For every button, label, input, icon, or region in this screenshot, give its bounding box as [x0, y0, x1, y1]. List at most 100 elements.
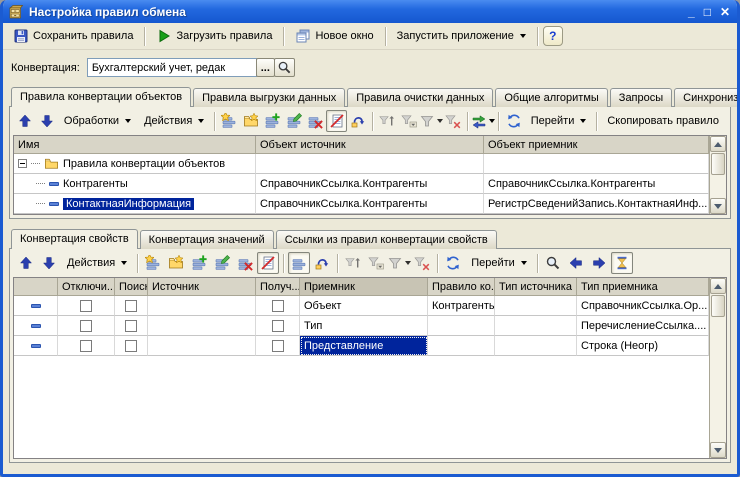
checkbox[interactable] [272, 320, 284, 332]
move-up-button[interactable] [15, 110, 35, 132]
checkbox[interactable] [125, 320, 137, 332]
tab-queries[interactable]: Запросы [610, 88, 672, 107]
tab-data-clearing-rules[interactable]: Правила очистки данных [347, 88, 493, 107]
sort-button[interactable] [342, 252, 364, 274]
run-application-button[interactable]: Запустить приложение [391, 27, 532, 45]
receiver-cell[interactable]: Тип [300, 316, 428, 336]
column-header-target-object[interactable]: Объект приемник [484, 136, 709, 154]
add-group-button[interactable] [241, 110, 261, 132]
checkbox[interactable] [125, 340, 137, 352]
scroll-down-button[interactable] [710, 198, 726, 214]
checkbox[interactable] [272, 340, 284, 352]
scrollbar-track[interactable] [710, 176, 726, 198]
row-marker-cell[interactable] [14, 296, 58, 316]
column-header-get[interactable]: Получ... [256, 278, 300, 296]
move-to-group-button[interactable] [348, 110, 368, 132]
scrollbar-track[interactable] [710, 318, 726, 442]
tree-row-source-cell[interactable]: СправочникСсылка.Контрагенты [256, 194, 484, 214]
clear-filter-button[interactable] [411, 252, 433, 274]
edit-button[interactable] [284, 110, 304, 132]
tree-row-name-cell-selected[interactable]: КонтактнаяИнформация [14, 194, 256, 214]
go-menu-button[interactable]: Перейти [525, 112, 593, 130]
source-type-cell[interactable] [495, 296, 577, 316]
filter-by-value-button[interactable] [420, 110, 442, 132]
save-rules-button[interactable]: Сохранить правила [7, 25, 139, 47]
search-cell[interactable] [115, 316, 148, 336]
column-header-row-marker[interactable] [14, 278, 58, 296]
scrollbar-thumb[interactable] [711, 295, 725, 317]
go-menu-button[interactable]: Перейти [465, 254, 533, 272]
scrollbar-thumb[interactable] [711, 153, 725, 175]
source-type-cell[interactable] [495, 336, 577, 356]
tree-row-target-cell[interactable]: СправочникСсылка.Контрагенты [484, 174, 709, 194]
checkbox[interactable] [80, 320, 92, 332]
receiver-cell-selected[interactable]: Представление [300, 336, 428, 356]
column-header-source[interactable]: Источник [148, 278, 256, 296]
row-marker-cell[interactable] [14, 336, 58, 356]
tab-property-rule-links[interactable]: Ссылки из правил конвертации свойств [276, 230, 497, 249]
get-cell[interactable] [256, 296, 300, 316]
expander-minus-icon[interactable] [18, 159, 27, 168]
scroll-down-button[interactable] [710, 442, 726, 458]
filter-by-value-button[interactable] [388, 252, 410, 274]
column-header-search[interactable]: Поиск [115, 278, 148, 296]
minimize-button[interactable]: _ [688, 6, 695, 18]
conversion-rule-cell[interactable] [428, 336, 495, 356]
add-child-button[interactable] [262, 110, 282, 132]
clear-filter-button[interactable] [443, 110, 463, 132]
properties-vertical-scrollbar[interactable] [709, 278, 726, 458]
conversion-input[interactable]: Бухгалтерский учет, редак [87, 58, 257, 77]
previous-button[interactable] [565, 252, 587, 274]
disabled-cell[interactable] [58, 296, 115, 316]
move-to-group-button[interactable] [311, 252, 333, 274]
mark-deletion-toggle[interactable] [257, 252, 279, 274]
maximize-button[interactable]: □ [704, 6, 711, 18]
column-header-name[interactable]: Имя [14, 136, 256, 154]
scroll-up-button[interactable] [710, 136, 726, 152]
exchange-rule-button[interactable] [472, 110, 494, 132]
tree-row-group-target-cell[interactable] [484, 154, 709, 174]
wait-toggle[interactable] [611, 252, 633, 274]
tree-row-source-cell[interactable]: СправочникСсылка.Контрагенты [256, 174, 484, 194]
delete-button[interactable] [234, 252, 256, 274]
tree-row-group-source-cell[interactable] [256, 154, 484, 174]
actions-menu-button[interactable]: Действия [138, 112, 210, 130]
get-cell[interactable] [256, 336, 300, 356]
source-cell[interactable] [148, 296, 256, 316]
sort-button[interactable] [377, 110, 397, 132]
add-child-button[interactable] [188, 252, 210, 274]
conversion-rule-cell[interactable] [428, 316, 495, 336]
column-header-receiver[interactable]: Приемник [300, 278, 428, 296]
move-down-button[interactable] [38, 252, 60, 274]
move-down-button[interactable] [36, 110, 56, 132]
receiver-cell[interactable]: Объект [300, 296, 428, 316]
title-bar[interactable]: Настройка правил обмена _ □ ✕ [3, 0, 737, 23]
tab-value-conversion[interactable]: Конвертация значений [140, 230, 274, 249]
tree-row-target-cell[interactable]: РегистрСведенийЗапись.КонтактнаяИнф... [484, 194, 709, 214]
delete-button[interactable] [305, 110, 325, 132]
checkbox[interactable] [80, 300, 92, 312]
mark-deletion-toggle[interactable] [326, 110, 346, 132]
refresh-button[interactable] [442, 252, 464, 274]
receiver-type-cell[interactable]: ПеречислениеСсылка.... [577, 316, 709, 336]
disabled-cell[interactable] [58, 336, 115, 356]
source-type-cell[interactable] [495, 316, 577, 336]
close-button[interactable]: ✕ [720, 6, 730, 18]
column-header-receiver-type[interactable]: Тип приемника [577, 278, 709, 296]
source-cell[interactable] [148, 336, 256, 356]
column-header-disabled[interactable]: Отключи... [58, 278, 115, 296]
help-button[interactable]: ? [543, 26, 563, 46]
next-button[interactable] [588, 252, 610, 274]
actions-menu-button[interactable]: Действия [61, 254, 133, 272]
tab-property-conversion[interactable]: Конвертация свойств [11, 229, 138, 249]
copy-rule-button[interactable]: Скопировать правило [601, 112, 725, 130]
new-window-button[interactable]: Новое окно [289, 25, 379, 47]
tree-row-group-name-cell[interactable]: Правила конвертации объектов [14, 154, 256, 174]
search-cell[interactable] [115, 336, 148, 356]
checkbox[interactable] [125, 300, 137, 312]
row-marker-cell[interactable] [14, 316, 58, 336]
checkbox[interactable] [80, 340, 92, 352]
column-header-conversion-rule[interactable]: Правило ко... [428, 278, 495, 296]
edit-button[interactable] [211, 252, 233, 274]
tab-common-algorithms[interactable]: Общие алгоритмы [495, 88, 607, 107]
